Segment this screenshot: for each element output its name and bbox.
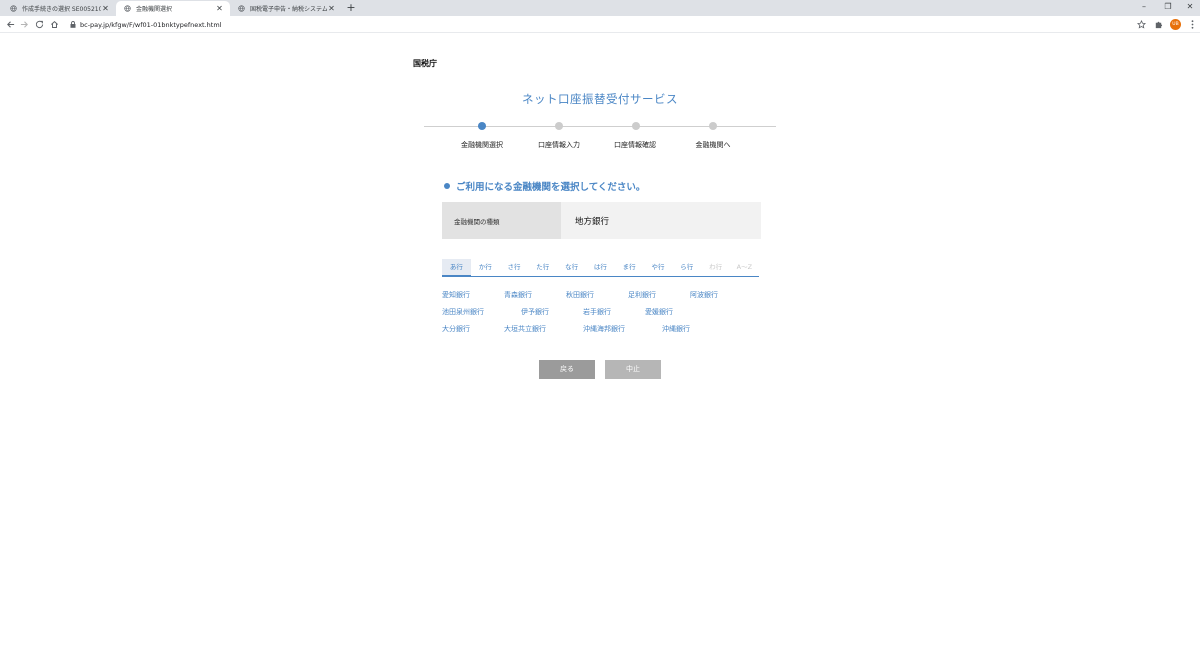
bank-link[interactable]: 愛知銀行 (442, 290, 470, 300)
globe-icon (124, 5, 131, 12)
bank-link[interactable]: 池田泉州銀行 (442, 307, 484, 317)
tab-ha-row[interactable]: は行 (586, 259, 615, 276)
service-title: ネット口座振替受付サービス (522, 92, 678, 106)
kana-index-tabs: あ行 か行 さ行 た行 な行 は行 ま行 や行 ら行 わ行 A～Z (442, 259, 759, 277)
restore-icon[interactable]: ❐ (1156, 0, 1180, 14)
bank-link[interactable]: 愛媛銀行 (645, 307, 673, 317)
step-label-4: 金融機関へ (695, 141, 731, 149)
bank-link[interactable]: 沖縄海邦銀行 (583, 324, 625, 334)
menu-kebab-icon[interactable] (1186, 18, 1199, 31)
bank-link[interactable]: 伊予銀行 (521, 307, 549, 317)
bank-link[interactable]: 秋田銀行 (566, 290, 594, 300)
instruction-heading: ご利用になる金融機関を選択してください。 (444, 179, 645, 193)
cancel-button[interactable]: 中止 (605, 360, 661, 379)
bank-link[interactable]: 青森銀行 (504, 290, 532, 300)
step-label-1: 金融機関選択 (461, 141, 503, 149)
bullet-dot-icon (444, 183, 450, 189)
step-dot-4 (709, 122, 717, 130)
back-arrow-icon[interactable] (4, 18, 17, 31)
window-close-icon[interactable]: ✕ (1178, 0, 1200, 14)
browser-tab-procedure[interactable]: 作成手続きの選択 SE005210 国税 ✕ (2, 1, 116, 16)
browser-tab-title: 作成手続きの選択 SE005210 国税 (22, 6, 101, 13)
step-dot-1 (478, 122, 486, 130)
tab-na-row[interactable]: な行 (557, 259, 586, 276)
institution-type-label: 金融機関の種類 (442, 202, 561, 239)
back-button[interactable]: 戻る (539, 360, 595, 379)
bank-link[interactable]: 足利銀行 (628, 290, 656, 300)
step-label-3: 口座情報確認 (614, 141, 656, 149)
bank-row: 大分銀行 大垣共立銀行 沖縄海邦銀行 沖縄銀行 (442, 324, 762, 336)
bank-link[interactable]: 大垣共立銀行 (504, 324, 546, 334)
browser-tab-title: 金融機関選択 (136, 6, 173, 13)
home-icon[interactable] (48, 18, 61, 31)
step-dot-2 (555, 122, 563, 130)
reload-icon[interactable] (33, 18, 46, 31)
tab-sa-row[interactable]: さ行 (500, 259, 529, 276)
agency-logo: 国税庁 (413, 59, 437, 68)
browser-tab-title: 国税電子申告・納税システム - SUI (250, 6, 327, 13)
bank-link[interactable]: 阿波銀行 (690, 290, 718, 300)
globe-icon (10, 5, 17, 12)
lock-icon (68, 20, 77, 29)
globe-icon (238, 5, 245, 12)
bank-link[interactable]: 沖縄銀行 (662, 324, 690, 334)
tab-a-z: A～Z (736, 263, 753, 271)
tab-a-row[interactable]: あ行 (442, 259, 471, 276)
browser-toolbar: bc-pay.jp/kfgw/F/wf01-01bnktypefnext.htm… (0, 16, 1200, 33)
bank-row: 愛知銀行 青森銀行 秋田銀行 足利銀行 阿波銀行 (442, 290, 762, 302)
bank-link[interactable]: 岩手銀行 (583, 307, 611, 317)
minimize-icon[interactable]: – (1132, 0, 1156, 14)
step-dot-3 (632, 122, 640, 130)
extensions-puzzle-icon[interactable] (1152, 18, 1165, 31)
new-tab-button[interactable]: + (344, 1, 358, 15)
institution-type-value: 地方銀行 (561, 202, 761, 239)
profile-avatar[interactable]: UB (1170, 19, 1181, 30)
browser-tab-strip: 作成手続きの選択 SE005210 国税 ✕ 金融機関選択 ✕ 国税電子申告・納… (0, 0, 1200, 16)
tab-ta-row[interactable]: た行 (528, 259, 557, 276)
bank-link[interactable]: 大分銀行 (442, 324, 470, 334)
url-text: bc-pay.jp/kfgw/F/wf01-01bnktypefnext.htm… (80, 20, 222, 29)
bank-row: 池田泉州銀行 伊予銀行 岩手銀行 愛媛銀行 (442, 307, 762, 319)
tab-wa-row: わ行 (709, 263, 723, 271)
instruction-text: ご利用になる金融機関を選択してください。 (456, 182, 646, 193)
close-icon[interactable]: ✕ (101, 4, 110, 13)
progress-stepper: 金融機関選択 口座情報入力 口座情報確認 金融機関へ (424, 120, 776, 150)
close-icon[interactable]: ✕ (327, 4, 336, 13)
browser-tab-etax[interactable]: 国税電子申告・納税システム - SUI ✕ (230, 1, 342, 16)
star-icon[interactable] (1135, 18, 1148, 31)
tab-ya-row[interactable]: や行 (644, 259, 673, 276)
step-label-2: 口座情報入力 (538, 141, 580, 149)
institution-type-table: 金融機関の種類 地方銀行 (442, 202, 761, 239)
close-icon[interactable]: ✕ (215, 4, 224, 13)
browser-tab-bank-select[interactable]: 金融機関選択 ✕ (116, 1, 230, 16)
page-content: 国税庁 ネット口座振替受付サービス 金融機関選択 口座情報入力 口座情報確認 金… (0, 34, 1200, 656)
address-bar[interactable]: bc-pay.jp/kfgw/F/wf01-01bnktypefnext.htm… (64, 18, 1147, 31)
tab-ma-row[interactable]: ま行 (615, 259, 644, 276)
tab-ra-row[interactable]: ら行 (672, 259, 701, 276)
forward-arrow-icon[interactable] (18, 18, 31, 31)
stepper-line (424, 125, 776, 127)
tab-ka-row[interactable]: か行 (471, 259, 500, 276)
